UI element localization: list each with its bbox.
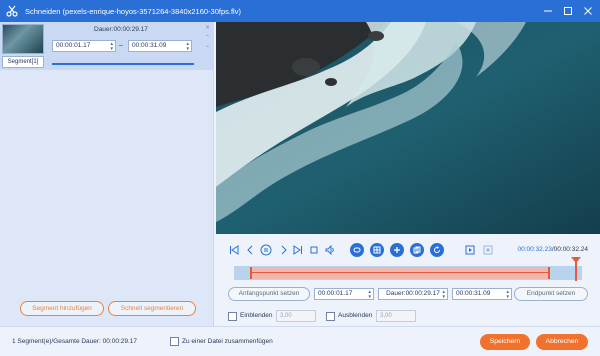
- close-icon[interactable]: [580, 3, 596, 19]
- segment-start-value: 00:00:01.17: [56, 42, 91, 49]
- segment-panel: Segment[1] Dauer:00:00:29.17 00:00:01.17…: [0, 22, 214, 326]
- minimize-icon[interactable]: [540, 3, 556, 19]
- save-button[interactable]: Speichern: [480, 334, 530, 350]
- fast-split-button[interactable]: Schnell segmentieren: [108, 301, 196, 316]
- fade-out-duration-field[interactable]: 3,00: [376, 310, 416, 322]
- player-controls: 00:00:32.23/00:00:32.24: [216, 240, 600, 260]
- fade-in-value: 3,00: [280, 313, 292, 319]
- add-segment-button[interactable]: Segment hinzufügen: [20, 301, 104, 316]
- segment-end-value: 00:00:31.09: [132, 42, 167, 49]
- playhead[interactable]: [571, 257, 581, 281]
- time-display: 00:00:32.23/00:00:32.24: [518, 246, 589, 253]
- fade-out-label: Ausblenden: [338, 312, 373, 319]
- trim-end-field[interactable]: 00:00:31.09 ▲ ▼: [452, 288, 512, 300]
- fade-in-checkbox[interactable]: [228, 312, 237, 321]
- grid-icon[interactable]: [370, 243, 384, 257]
- skip-start-icon[interactable]: [228, 244, 240, 256]
- video-preview: [216, 22, 600, 234]
- fade-in-label: Einblenden: [240, 312, 273, 319]
- reset-icon[interactable]: [430, 243, 444, 257]
- fade-out-checkbox[interactable]: [326, 312, 335, 321]
- prev-frame-icon[interactable]: [244, 244, 256, 256]
- merge-checkbox[interactable]: [170, 337, 179, 346]
- window-title: Schneiden (pexels-enrique-hoyos-3571264-…: [25, 6, 241, 16]
- trim-start-field[interactable]: 00:00:01.17 ▲ ▼: [314, 288, 374, 300]
- segment-range-bar: [52, 63, 194, 65]
- spinner-icon[interactable]: ▲ ▼: [110, 41, 114, 51]
- maximize-icon[interactable]: [560, 3, 576, 19]
- range-dash: –: [119, 42, 123, 49]
- segment-card[interactable]: Segment[1] Dauer:00:00:29.17 00:00:01.17…: [0, 22, 214, 70]
- stop-icon[interactable]: [308, 244, 320, 256]
- trim-duration-value: Dauer:00:00:29.17: [386, 290, 440, 297]
- volume-icon[interactable]: [324, 244, 336, 256]
- cancel-button[interactable]: Abbrechen: [536, 334, 588, 350]
- copy-icon[interactable]: [410, 243, 424, 257]
- footer-bar: 1 Segment(e)/Gesamte Dauer: 00:00:29.17 …: [0, 326, 600, 356]
- loop-icon[interactable]: [350, 243, 364, 257]
- set-start-button[interactable]: Anfangspunkt setzen: [228, 287, 310, 301]
- scissors-icon: [5, 4, 19, 18]
- spinner-icon[interactable]: ▲ ▼: [186, 41, 190, 51]
- total-time: 00:00:32.24: [553, 246, 588, 253]
- fade-in-duration-field[interactable]: 3,00: [276, 310, 316, 322]
- current-time: 00:00:32.23: [517, 246, 552, 253]
- segment-summary: 1 Segment(e)/Gesamte Dauer: 00:00:29.17: [12, 338, 138, 345]
- jump-to-end-icon[interactable]: [482, 244, 494, 256]
- timeline-track[interactable]: [234, 266, 582, 280]
- trim-duration-field[interactable]: Dauer:00:00:29.17 ▲ ▼: [378, 288, 448, 300]
- chevron-up-icon[interactable]: ⌃: [205, 34, 210, 41]
- spinner-icon[interactable]: ▲ ▼: [368, 289, 372, 299]
- close-icon[interactable]: ✕: [205, 24, 210, 31]
- segment-duration: Dauer:00:00:29.17: [94, 26, 148, 33]
- segment-thumbnail: [2, 24, 44, 54]
- next-frame-icon[interactable]: [278, 244, 290, 256]
- jump-to-start-icon[interactable]: [464, 244, 476, 256]
- segment-label: Segment[1]: [2, 56, 44, 68]
- trim-start-value: 00:00:01.17: [318, 290, 353, 297]
- chevron-down-icon[interactable]: ⌄: [205, 42, 210, 49]
- merge-label: Zu einer Datei zusammenfügen: [182, 338, 273, 345]
- title-bar: Schneiden (pexels-enrique-hoyos-3571264-…: [0, 0, 600, 22]
- plus-icon[interactable]: [390, 243, 404, 257]
- segment-start-field[interactable]: 00:00:01.17 ▲ ▼: [52, 40, 116, 52]
- ocean-image: [216, 22, 600, 234]
- set-end-button[interactable]: Endpunkt setzen: [514, 287, 588, 301]
- pause-icon[interactable]: [260, 244, 272, 256]
- spinner-icon[interactable]: ▲ ▼: [442, 289, 446, 299]
- trim-end-value: 00:00:31.09: [456, 290, 491, 297]
- timeline-selection[interactable]: [250, 267, 550, 279]
- fade-out-value: 3,00: [380, 313, 392, 319]
- segment-end-field[interactable]: 00:00:31.09 ▲ ▼: [128, 40, 192, 52]
- spinner-icon[interactable]: ▲ ▼: [506, 289, 510, 299]
- skip-end-icon[interactable]: [292, 244, 304, 256]
